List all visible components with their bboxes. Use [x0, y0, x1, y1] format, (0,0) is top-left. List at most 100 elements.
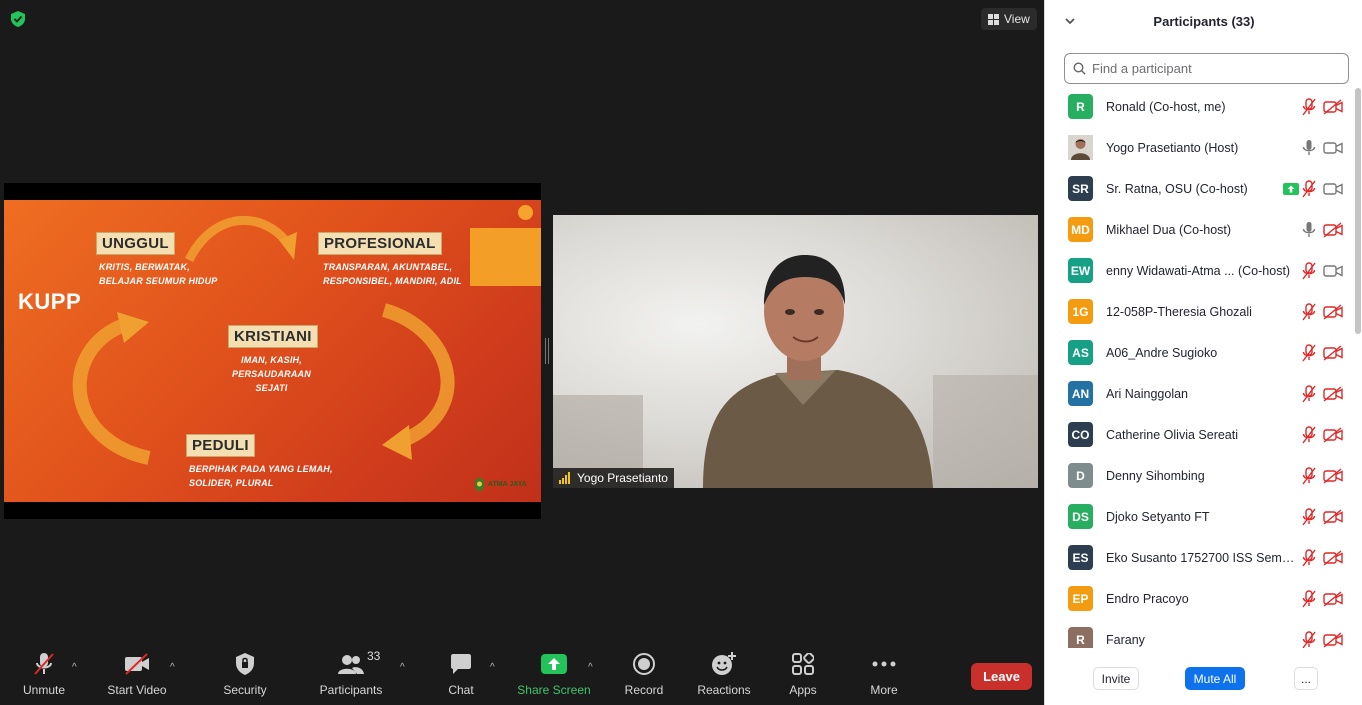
mic-status[interactable]: [1299, 384, 1319, 404]
participant-row[interactable]: R Farany: [1045, 619, 1355, 648]
participant-avatar: 1G: [1068, 299, 1093, 324]
mic-status[interactable]: [1299, 548, 1319, 568]
mic-status[interactable]: [1299, 302, 1319, 322]
security-shield-icon: [236, 653, 254, 675]
participant-search[interactable]: [1064, 53, 1349, 84]
apps-button[interactable]: Apps: [779, 648, 827, 705]
participant-name: Djoko Setyanto FT: [1106, 509, 1210, 524]
mic-status[interactable]: [1299, 138, 1319, 158]
video-status[interactable]: [1323, 220, 1343, 240]
video-status[interactable]: [1323, 507, 1343, 527]
participant-name: Endro Pracoyo: [1106, 591, 1189, 606]
search-icon: [1073, 62, 1086, 75]
participant-status-icons: [1281, 138, 1345, 158]
participant-row[interactable]: ES Eko Susanto 1752700 ISS Sema...: [1045, 537, 1355, 578]
mic-status[interactable]: [1299, 507, 1319, 527]
participant-row[interactable]: Yogo Prasetianto (Host): [1045, 127, 1355, 168]
video-status[interactable]: [1323, 302, 1343, 322]
participant-list: R Ronald (Co-host, me) Yogo Prasetianto (H…: [1045, 86, 1355, 648]
participant-avatar: AS: [1068, 340, 1093, 365]
participant-status-icons: [1281, 384, 1345, 404]
microphone-icon: [1302, 139, 1316, 155]
mic-status[interactable]: [1299, 179, 1319, 199]
reactions-button[interactable]: Reactions: [693, 648, 755, 705]
view-button[interactable]: View: [981, 8, 1037, 30]
shield-check-icon[interactable]: [9, 10, 27, 28]
invite-button[interactable]: Invite: [1093, 667, 1139, 690]
panel-more-button[interactable]: ...: [1294, 667, 1318, 690]
participants-options-caret-icon[interactable]: ^: [400, 662, 405, 673]
video-status[interactable]: [1323, 384, 1343, 404]
unmute-button[interactable]: Unmute: [14, 648, 74, 705]
panel-header: Participants (33): [1045, 0, 1362, 44]
record-button[interactable]: Record: [618, 648, 670, 705]
video-tile[interactable]: Yogo Prasetianto: [553, 215, 1038, 488]
video-status[interactable]: [1323, 425, 1343, 445]
video-status[interactable]: [1323, 466, 1343, 486]
participant-row[interactable]: D Denny Sihombing: [1045, 455, 1355, 496]
video-status[interactable]: [1323, 548, 1343, 568]
participant-name: Sr. Ratna, OSU (Co-host): [1106, 181, 1248, 196]
participant-status-icons: [1281, 343, 1345, 363]
participant-row[interactable]: SR Sr. Ratna, OSU (Co-host): [1045, 168, 1355, 209]
grid-icon: [988, 13, 999, 25]
participant-name: Eko Susanto 1752700 ISS Sema...: [1106, 550, 1298, 565]
mic-status[interactable]: [1299, 97, 1319, 117]
participant-row[interactable]: AS A06_Andre Sugioko: [1045, 332, 1355, 373]
record-icon: [633, 653, 655, 675]
leave-button[interactable]: Leave: [971, 663, 1032, 690]
video-options-caret-icon[interactable]: ^: [170, 662, 175, 673]
video-status[interactable]: [1323, 138, 1343, 158]
more-button[interactable]: More: [860, 648, 908, 705]
video-status[interactable]: [1323, 261, 1343, 281]
participant-row[interactable]: CO Catherine Olivia Sereati: [1045, 414, 1355, 455]
participant-row[interactable]: MD Mikhael Dua (Co-host): [1045, 209, 1355, 250]
participant-row[interactable]: R Ronald (Co-host, me): [1045, 86, 1355, 127]
video-camera-off-icon: [1323, 344, 1343, 361]
mic-status[interactable]: [1299, 630, 1319, 649]
video-camera-off-icon: [1323, 426, 1343, 443]
screen-share-status[interactable]: [1281, 179, 1301, 199]
start-video-button[interactable]: Start Video: [102, 648, 172, 705]
microphone-muted-icon: [1302, 343, 1316, 361]
participant-row[interactable]: 1G 12-058P-Theresia Ghozali: [1045, 291, 1355, 332]
mic-status[interactable]: [1299, 220, 1319, 240]
search-input[interactable]: [1092, 61, 1332, 76]
unggul-label: UNGGUL: [96, 232, 175, 255]
share-screen-icon: [541, 654, 567, 674]
mic-status[interactable]: [1299, 466, 1319, 486]
video-status[interactable]: [1323, 179, 1343, 199]
atma-jaya-logo-text: ATMA JAYA: [488, 481, 527, 488]
kristiani-line-3: SEJATI: [255, 383, 288, 393]
mic-status[interactable]: [1299, 425, 1319, 445]
video-participant-name: Yogo Prasetianto: [577, 471, 668, 485]
participant-name: Mikhael Dua (Co-host): [1106, 222, 1232, 237]
video-status[interactable]: [1323, 589, 1343, 609]
split-drag-handle[interactable]: [545, 338, 549, 364]
profesional-line-1: TRANSPARAN, AKUNTABEL,: [323, 262, 453, 272]
zoom-meeting-window: View KUPP UNGGUL KRITIS, BERWATAK, BELAJ…: [0, 0, 1362, 705]
mic-status[interactable]: [1299, 589, 1319, 609]
video-status[interactable]: [1323, 97, 1343, 117]
chat-options-caret-icon[interactable]: ^: [490, 662, 495, 673]
participants-button[interactable]: 33 Participants: [315, 648, 387, 705]
participant-avatar: MD: [1068, 217, 1093, 242]
scrollbar-thumb[interactable]: [1355, 88, 1361, 334]
participant-row[interactable]: DS Djoko Setyanto FT: [1045, 496, 1355, 537]
share-options-caret-icon[interactable]: ^: [588, 662, 593, 673]
mic-status[interactable]: [1299, 261, 1319, 281]
video-status[interactable]: [1323, 630, 1343, 649]
security-button[interactable]: Security: [215, 648, 275, 705]
participants-icon: [338, 655, 364, 674]
participant-list-scrollbar[interactable]: [1355, 88, 1361, 648]
share-screen-button[interactable]: Share Screen: [514, 648, 594, 705]
mute-all-button[interactable]: Mute All: [1185, 667, 1245, 690]
video-status[interactable]: [1323, 343, 1343, 363]
video-camera-off-icon: [1323, 98, 1343, 115]
participant-row[interactable]: EP Endro Pracoyo: [1045, 578, 1355, 619]
participant-row[interactable]: AN Ari Nainggolan: [1045, 373, 1355, 414]
audio-options-caret-icon[interactable]: ^: [72, 662, 77, 673]
participant-row[interactable]: EW enny Widawati-Atma ... (Co-host): [1045, 250, 1355, 291]
mic-status[interactable]: [1299, 343, 1319, 363]
chat-button[interactable]: Chat: [436, 648, 486, 705]
